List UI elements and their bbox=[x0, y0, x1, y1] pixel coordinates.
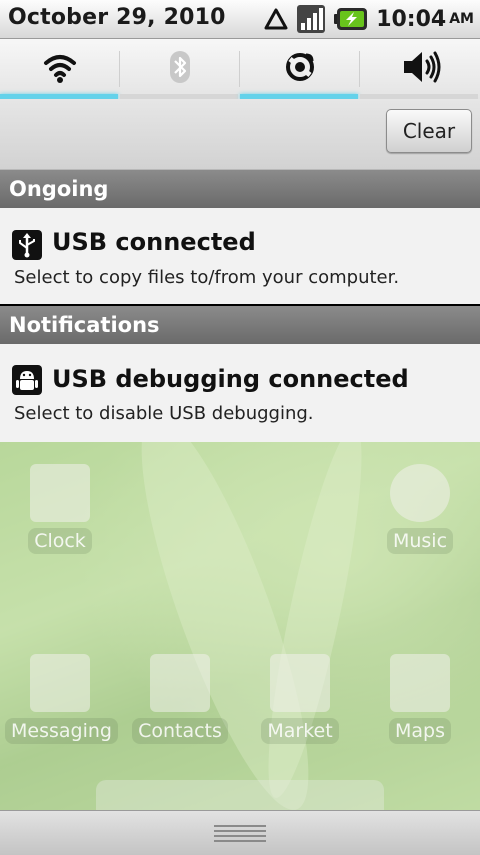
notification-title: USB debugging connected bbox=[52, 365, 409, 393]
wifi-toggle[interactable] bbox=[0, 39, 120, 99]
app-maps[interactable]: Maps bbox=[365, 654, 475, 744]
notification-subtitle: Select to disable USB debugging. bbox=[14, 403, 314, 424]
shade-close-handle[interactable] bbox=[0, 810, 480, 855]
music-icon bbox=[390, 464, 450, 522]
status-bar: October 29, 2010 10:04 AM bbox=[0, 0, 480, 39]
bluetooth-icon bbox=[170, 51, 190, 83]
messaging-icon bbox=[30, 654, 90, 712]
app-messaging[interactable]: Messaging bbox=[5, 654, 118, 744]
launcher-dock bbox=[96, 780, 384, 810]
notification-usb-debugging[interactable]: USB debugging connected Select to disabl… bbox=[0, 344, 480, 442]
notification-header: Clear bbox=[0, 99, 480, 170]
app-market[interactable]: Market bbox=[245, 654, 355, 744]
section-title-ongoing: Ongoing bbox=[9, 177, 109, 201]
warning-triangle-icon bbox=[264, 8, 288, 30]
sound-toggle[interactable] bbox=[360, 39, 480, 99]
section-title-notifications: Notifications bbox=[9, 313, 160, 337]
gps-toggle[interactable] bbox=[240, 39, 360, 99]
app-clock[interactable]: Clock bbox=[5, 464, 115, 554]
app-music[interactable]: Music bbox=[365, 464, 475, 554]
app-label: Music bbox=[386, 528, 454, 554]
wifi-icon bbox=[44, 55, 76, 83]
app-label: Market bbox=[261, 718, 339, 744]
grip-icon bbox=[214, 825, 266, 842]
status-time: 10:04 bbox=[376, 6, 447, 32]
status-date: October 29, 2010 bbox=[8, 5, 226, 30]
market-icon bbox=[270, 654, 330, 712]
status-icons: 10:04 AM bbox=[256, 3, 474, 35]
app-label: Clock bbox=[28, 528, 92, 554]
maps-icon bbox=[390, 654, 450, 712]
notification-subtitle: Select to copy files to/from your comput… bbox=[14, 267, 400, 288]
section-header-notifications: Notifications bbox=[0, 306, 480, 344]
gps-icon bbox=[286, 53, 314, 81]
app-label: Messaging bbox=[5, 718, 118, 744]
notification-title: USB connected bbox=[52, 228, 256, 256]
app-contacts[interactable]: Contacts bbox=[125, 654, 235, 744]
usb-icon bbox=[12, 230, 42, 260]
notification-usb-connected[interactable]: USB connected Select to copy files to/fr… bbox=[0, 208, 480, 304]
bluetooth-toggle[interactable] bbox=[120, 39, 240, 99]
home-screen-background: Clock Music Messaging Contacts Market Ma… bbox=[0, 442, 480, 810]
power-widget bbox=[0, 39, 480, 99]
section-header-ongoing: Ongoing bbox=[0, 170, 480, 208]
clear-button[interactable]: Clear bbox=[386, 109, 472, 153]
contacts-icon bbox=[150, 654, 210, 712]
app-label: Maps bbox=[389, 718, 451, 744]
signal-icon bbox=[297, 5, 326, 33]
status-ampm: AM bbox=[449, 11, 474, 27]
clock-icon bbox=[30, 464, 90, 522]
volume-icon bbox=[404, 51, 441, 83]
battery-charging-icon bbox=[334, 8, 368, 30]
android-debug-icon bbox=[12, 365, 42, 395]
app-label: Contacts bbox=[132, 718, 228, 744]
